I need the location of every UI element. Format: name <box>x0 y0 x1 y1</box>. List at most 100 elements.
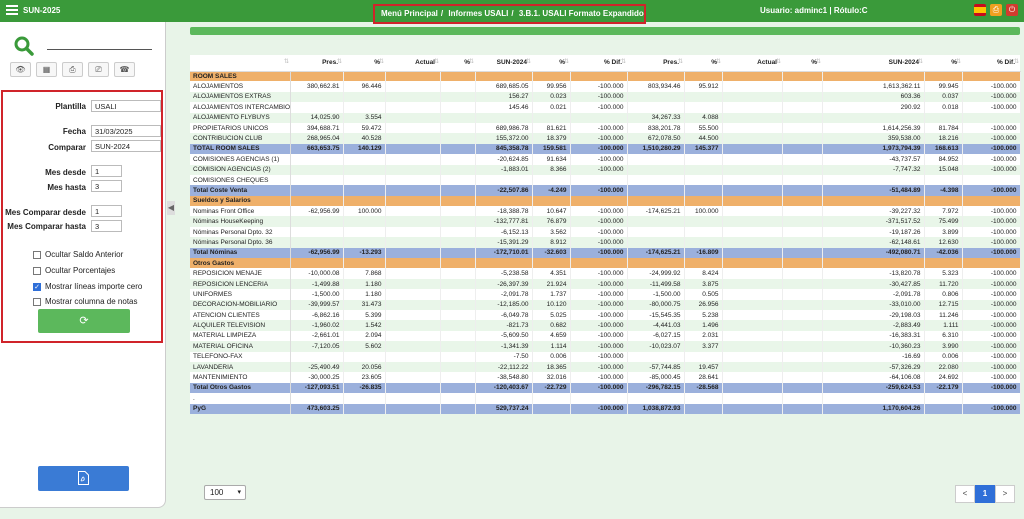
print-preview-icon[interactable]: ⎚ <box>88 62 109 77</box>
value-cell <box>290 237 344 248</box>
value-cell: 838,201.78 <box>627 122 685 134</box>
sort-icon[interactable]: ⇅ <box>621 58 626 65</box>
comparar-field[interactable] <box>91 140 161 152</box>
collapse-sidebar-icon[interactable]: ◀ <box>167 201 175 215</box>
sort-icon[interactable]: ⇅ <box>337 58 342 65</box>
mes-hasta-field[interactable] <box>91 180 122 192</box>
value-cell <box>684 226 723 238</box>
sort-icon[interactable]: ⇅ <box>716 58 721 65</box>
mes-comparar-desde-field[interactable] <box>91 205 122 217</box>
value-cell <box>722 206 783 217</box>
column-header[interactable]: Pres. ⇅ <box>290 55 343 72</box>
value-cell <box>924 403 963 414</box>
sort-icon[interactable]: ⇅ <box>918 58 923 65</box>
search-input[interactable] <box>47 49 152 50</box>
value-cell <box>782 185 823 196</box>
row-label-cell: Total Coste Venta <box>190 185 291 196</box>
sort-icon[interactable]: ⇅ <box>379 58 384 65</box>
sort-icon[interactable]: ⇅ <box>434 58 439 65</box>
sort-icon[interactable]: ⇅ <box>678 58 683 65</box>
row-label-cell: COMISION AGENCIAS (2) <box>190 164 291 175</box>
pdf-export-button[interactable] <box>38 466 129 491</box>
column-header[interactable]: ⇅ <box>190 55 290 72</box>
checkbox-box[interactable] <box>33 250 41 259</box>
page-1-button[interactable]: 1 <box>975 485 995 503</box>
value-cell <box>385 361 441 373</box>
mostrar-notas-checkbox[interactable]: Mostrar columna de notas <box>33 297 138 306</box>
value-cell <box>627 216 685 227</box>
column-header[interactable]: % ⇅ <box>440 55 475 72</box>
value-cell <box>684 102 723 113</box>
refresh-button[interactable]: ⟳ <box>38 309 130 333</box>
page-size-select[interactable]: 100 ▾ <box>204 485 246 500</box>
fecha-field[interactable] <box>91 125 161 137</box>
ocultar-porcentajes-checkbox[interactable]: Ocultar Porcentajes <box>33 266 115 275</box>
column-header[interactable]: % ⇅ <box>782 55 822 72</box>
value-cell <box>290 91 344 103</box>
value-cell <box>343 164 386 175</box>
sort-icon[interactable]: ⇅ <box>956 58 961 65</box>
mostrar-lineas-cero-checkbox[interactable]: ✓ Mostrar líneas importe cero <box>33 282 142 291</box>
row-label-cell: ALOJAMIENTOS INTERCAMBIO <box>190 102 291 113</box>
print-icon[interactable]: ⎙ <box>990 4 1002 16</box>
checkbox-box[interactable] <box>33 266 41 275</box>
total-row: TOTAL ROOM SALES 663,653.75 140.129 845,358… <box>190 143 1021 155</box>
sort-icon[interactable]: ⇅ <box>526 58 531 65</box>
value-cell: -100.000 <box>570 164 628 175</box>
value-cell: -18,388.78 <box>475 206 533 217</box>
column-header[interactable]: Actual ⇅ <box>385 55 440 72</box>
mes-comparar-hasta-field[interactable] <box>91 220 122 232</box>
sort-icon[interactable]: ⇅ <box>1014 58 1019 65</box>
column-header[interactable]: % Dif. ⇅ <box>570 55 627 72</box>
value-cell: 20.056 <box>343 361 386 373</box>
value-cell <box>722 81 783 92</box>
column-header[interactable]: % ⇅ <box>343 55 385 72</box>
sort-icon[interactable]: ⇅ <box>564 58 569 65</box>
column-header-label: SUN-2024 <box>888 59 919 67</box>
sort-icon[interactable]: ⇅ <box>284 58 289 65</box>
spreadsheet-icon[interactable]: ▦ <box>36 62 57 77</box>
power-icon[interactable]: ⏻ <box>1006 4 1018 16</box>
eye-icon[interactable]: 👁 <box>10 62 31 77</box>
column-header[interactable]: % ⇅ <box>924 55 962 72</box>
hamburger-menu-icon[interactable] <box>6 5 18 16</box>
fax-icon[interactable]: ☎ <box>114 62 135 77</box>
row-label-cell: Nóminas Personal Dpto. 36 <box>190 237 291 248</box>
value-cell: 268,965.04 <box>290 133 344 144</box>
column-header[interactable]: % Dif. ⇅ <box>962 55 1020 72</box>
value-cell: 1,038,872.93 <box>627 403 685 414</box>
value-cell <box>385 237 441 248</box>
column-header[interactable]: % ⇅ <box>532 55 570 72</box>
value-cell: 672,078.50 <box>627 133 685 144</box>
value-cell <box>440 289 476 300</box>
column-header[interactable]: Actual ⇅ <box>722 55 782 72</box>
column-header[interactable]: Pres. ⇅ <box>627 55 684 72</box>
check-icon[interactable]: ✓ <box>33 282 41 291</box>
plantilla-field[interactable] <box>91 100 161 112</box>
value-cell: -16.69 <box>822 351 925 362</box>
value-cell <box>782 403 823 414</box>
printer-icon[interactable]: ⎙ <box>62 62 83 77</box>
value-cell: -100.000 <box>570 403 628 414</box>
ocultar-saldo-anterior-checkbox[interactable]: Ocultar Saldo Anterior <box>33 250 123 259</box>
sort-icon[interactable]: ⇅ <box>776 58 781 65</box>
next-page-button[interactable]: > <box>995 485 1015 503</box>
breadcrumb-informes-usali[interactable]: Informes USALI <box>448 9 508 18</box>
prev-page-button[interactable]: < <box>955 485 975 503</box>
checkbox-box[interactable] <box>33 297 41 306</box>
column-header[interactable]: SUN-2024 ⇅ <box>822 55 924 72</box>
value-cell: 95.912 <box>684 81 723 92</box>
sort-icon[interactable]: ⇅ <box>816 58 821 65</box>
column-header[interactable]: SUN-2024 ⇅ <box>475 55 532 72</box>
breadcrumb-menu-principal[interactable]: Menú Principal <box>381 9 438 18</box>
value-cell <box>343 237 386 248</box>
spain-flag-icon[interactable] <box>974 4 986 16</box>
mes-desde-field[interactable] <box>91 165 122 177</box>
value-cell <box>385 174 441 186</box>
value-cell: 290.92 <box>822 102 925 113</box>
sort-icon[interactable]: ⇅ <box>469 58 474 65</box>
value-cell: 1.180 <box>343 278 386 290</box>
search-icon[interactable] <box>14 36 34 56</box>
column-header[interactable]: % ⇅ <box>684 55 722 72</box>
value-cell: 23.605 <box>343 372 386 383</box>
